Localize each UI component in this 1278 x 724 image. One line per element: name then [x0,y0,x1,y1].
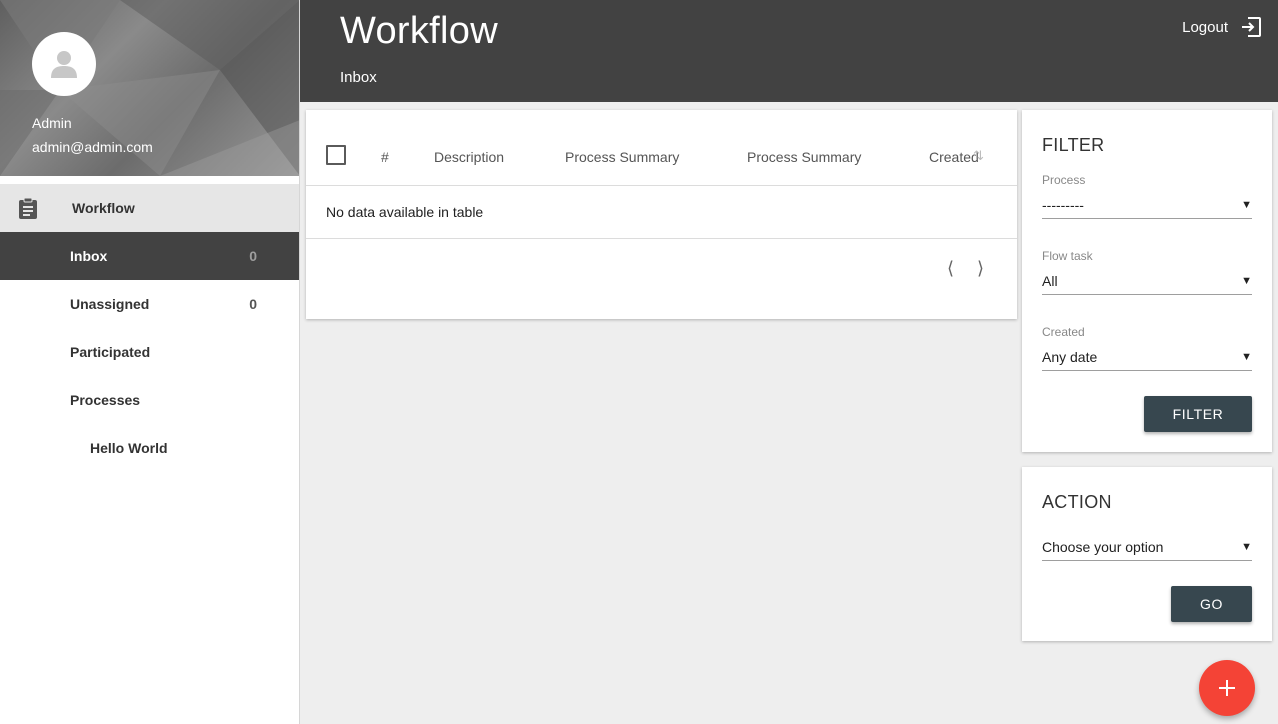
logout-icon [1242,17,1261,37]
dropdown-caret-icon: ▼ [1241,274,1252,287]
sidebar-item-participated[interactable]: Participated [0,328,299,376]
sidebar-item-processes[interactable]: Processes [0,376,299,424]
column-header-process-summary[interactable]: Process Summary [565,149,679,165]
plus-icon [1219,680,1235,696]
sidebar-item-inbox[interactable]: Inbox 0 [0,232,299,280]
action-title: ACTION [1042,492,1112,512]
go-button[interactable]: GO [1171,586,1252,622]
action-value: Choose your option [1042,538,1164,555]
add-button[interactable] [1199,660,1255,716]
dropdown-caret-icon: ▼ [1241,540,1252,553]
sidebar-item-label: Unassigned [70,296,150,312]
table-header: # Description Process Summary Process Su… [306,110,1017,186]
sidebar-item-unassigned[interactable]: Unassigned 0 [0,280,299,328]
flow-task-label: Flow task [1042,249,1093,263]
column-header-created[interactable]: Created [929,149,979,165]
sidebar-section-workflow[interactable]: Workflow [0,184,299,232]
filter-button[interactable]: FILTER [1144,396,1252,432]
avatar [32,32,96,96]
select-all-checkbox[interactable] [326,145,346,165]
sidebar-nav: Workflow Inbox 0 Unassigned 0 Participat… [0,184,299,472]
column-header-process-summary-2[interactable]: Process Summary [747,149,861,165]
logout-button[interactable]: Logout [1182,16,1262,38]
sidebar-item-label: Participated [70,344,151,360]
sidebar-item-hello-world[interactable]: Hello World [0,424,299,472]
empty-message: No data available in table [326,204,484,220]
table-empty-row: No data available in table [306,186,1017,239]
sidebar-item-label: Hello World [90,440,168,456]
flow-task-value: All [1042,272,1058,289]
created-value: Any date [1042,348,1098,365]
dropdown-caret-icon: ▼ [1241,198,1252,211]
sidebar-item-label: Processes [70,392,141,408]
user-email: admin@admin.com [32,139,153,155]
unassigned-count-badge: 0 [249,296,257,312]
column-header-description[interactable]: Description [434,149,504,165]
user-name: Admin [32,115,72,131]
sidebar-item-label: Inbox [70,248,108,264]
task-table-card: # Description Process Summary Process Su… [306,110,1017,319]
created-select[interactable]: Any date ▼ [1042,343,1252,371]
user-icon [51,51,77,78]
sidebar: Admin admin@admin.com Workflow Inbox 0 U… [0,0,300,724]
page-subtitle: Inbox [340,69,377,86]
logout-label: Logout [1182,18,1228,36]
inbox-count-badge: 0 [249,248,257,264]
created-label: Created [1042,325,1085,339]
sort-arrows-icon[interactable]: ⇅ [973,148,984,164]
flow-task-select[interactable]: All ▼ [1042,267,1252,295]
process-label: Process [1042,173,1086,187]
next-page-button[interactable]: ⟩ [977,258,984,279]
clipboard-icon [0,197,72,219]
sidebar-section-label: Workflow [72,200,135,216]
top-header: Workflow Inbox Logout [300,0,1278,102]
page-title: Workflow [340,10,498,52]
action-select[interactable]: Choose your option ▼ [1042,533,1252,561]
filter-title: FILTER [1042,135,1105,155]
filter-card: FILTER Process --------- ▼ Flow task All… [1022,110,1272,452]
prev-page-button[interactable]: ⟨ [947,258,954,279]
user-panel: Admin admin@admin.com [0,0,299,176]
action-card: ACTION Choose your option ▼ GO [1022,467,1272,641]
dropdown-caret-icon: ▼ [1241,350,1252,363]
process-value: --------- [1042,196,1084,213]
column-header-number[interactable]: # [381,149,389,165]
process-select[interactable]: --------- ▼ [1042,191,1252,219]
